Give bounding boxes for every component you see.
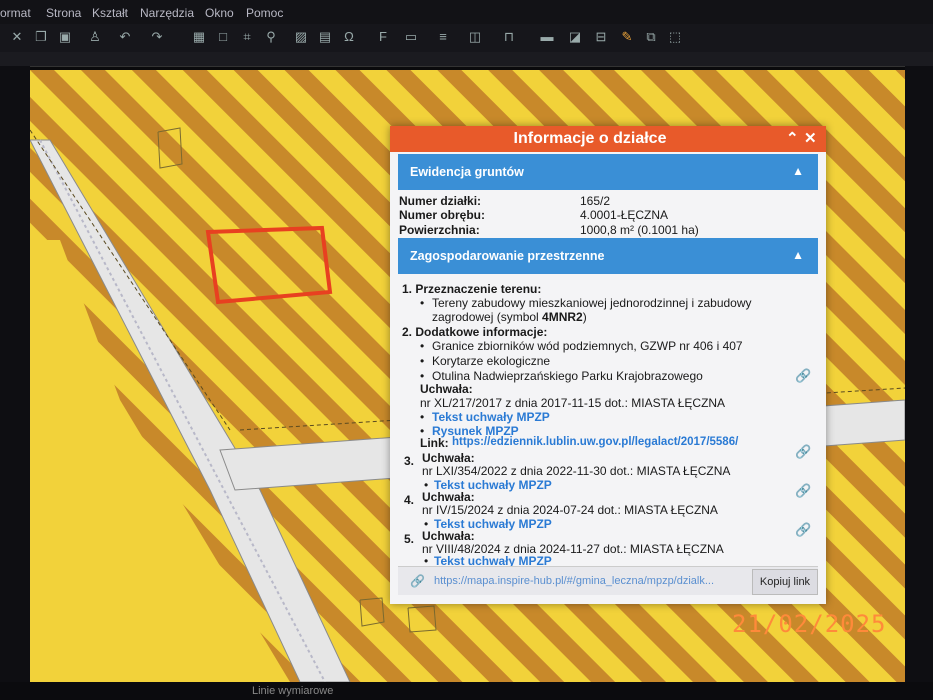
- field-label: Numer obrębu:: [399, 208, 486, 222]
- item-1-line2: zagrodowej (symbol 4MNR2): [432, 310, 587, 324]
- item-2-bullet: Otulina Nadwieprzańskiego Parku Krajobra…: [432, 369, 703, 383]
- item-4-number: 4.: [404, 493, 415, 507]
- crop-icon[interactable]: □: [214, 28, 232, 46]
- link-icon[interactable]: 🔗: [795, 483, 811, 499]
- item-2-bullet: Korytarze ekologiczne: [432, 354, 551, 368]
- textbox-icon[interactable]: ▭: [402, 28, 420, 46]
- field-value: 4.0001-ŁĘCZNA: [580, 208, 669, 222]
- undo-icon[interactable]: ↶: [116, 28, 134, 46]
- distribute-icon[interactable]: ⊓: [500, 28, 518, 46]
- bullet-icon: •: [420, 369, 425, 383]
- field-label: Powierzchnia:: [399, 223, 480, 237]
- fontwork-icon[interactable]: F: [374, 28, 392, 46]
- crop-2-icon[interactable]: ⌗: [238, 28, 256, 46]
- bullet-icon: •: [420, 296, 425, 310]
- item-2-title: 2. Dodatkowe informacje:: [402, 325, 548, 339]
- menu-narzedzia[interactable]: Narzędzia: [140, 6, 194, 20]
- link-icon[interactable]: 🔗: [795, 444, 811, 460]
- arrange-icon[interactable]: ◫: [466, 28, 484, 46]
- paste-icon[interactable]: ▣: [56, 28, 74, 46]
- link-icon[interactable]: 🔗: [795, 522, 811, 538]
- link-label: Link:: [420, 436, 449, 450]
- section-zagospodarowanie[interactable]: Zagospodarowanie przestrzenne ▲: [398, 238, 818, 274]
- share-url-bar: 🔗 https://mapa.inspire-hub.pl/#/gmina_le…: [398, 566, 818, 595]
- section-ewidencja-label: Ewidencja gruntów: [410, 165, 524, 179]
- menu-bar: ormat Strona Kształt Narzędzia Okno Pomo…: [0, 0, 933, 24]
- copy-link-button[interactable]: Kopiuj link: [752, 569, 818, 595]
- field-label: Numer działki:: [399, 194, 482, 208]
- uchwala-text: nr IV/15/2024 z dnia 2024-07-24 dot.: MI…: [422, 503, 718, 517]
- menu-okno[interactable]: Okno: [205, 6, 234, 20]
- close-icon[interactable]: ✕: [804, 129, 817, 147]
- item-1-title: 1. Przeznaczenie terenu:: [402, 282, 542, 296]
- zoning-symbol: 4MNR2: [542, 310, 583, 324]
- link-icon: 🔗: [410, 574, 425, 588]
- omega-icon[interactable]: Ω: [340, 28, 358, 46]
- chevron-up-icon[interactable]: ▲: [792, 248, 804, 262]
- item-1-line1: Tereny zabudowy mieszkaniowej jednorodzi…: [432, 296, 752, 310]
- grid-icon[interactable]: ▦: [190, 28, 208, 46]
- vertical-ruler: [0, 66, 30, 700]
- date-stamp: 21/02/2025: [732, 610, 887, 638]
- uchwala-text: nr XL/217/2017 z dnia 2017-11-15 dot.: M…: [420, 396, 726, 410]
- status-bar: Linie wymiarowe: [0, 682, 933, 700]
- field-value: 1000,8 m² (0.1001 ha): [580, 223, 699, 237]
- menu-strona[interactable]: Strona: [46, 6, 81, 20]
- panel-title: Informacje o działce: [513, 130, 667, 147]
- uchwala-label: Uchwała:: [420, 382, 473, 396]
- item-3-number: 3.: [404, 454, 415, 468]
- pencil-icon[interactable]: ✎: [618, 28, 636, 46]
- toolbar: ✕ ❐ ▣ ♙ ↶ ↷ ▦ □ ⌗ ⚲ ▨ ▤ Ω F ▭ ≡ ◫ ⊓ ▬ ◪ …: [0, 24, 933, 52]
- shadow-icon[interactable]: ▬: [538, 28, 556, 46]
- share-url[interactable]: https://mapa.inspire-hub.pl/#/gmina_lecz…: [434, 575, 750, 587]
- tekst-uchwaly-link[interactable]: Tekst uchwały MPZP: [432, 410, 550, 424]
- bullet-icon: •: [420, 354, 425, 368]
- chevron-up-icon[interactable]: ▲: [792, 164, 804, 178]
- field-value: 165/2: [580, 194, 611, 208]
- section-ewidencja[interactable]: Ewidencja gruntów ▲: [398, 154, 818, 190]
- uchwala-label: Uchwała:: [422, 490, 475, 504]
- item-1-line2a: zagrodowej (symbol: [432, 310, 543, 324]
- item-5-number: 5.: [404, 532, 415, 546]
- item-2-bullet: Granice zbiorników wód podziemnych, GZWP…: [432, 339, 743, 353]
- copy-icon[interactable]: ❐: [32, 28, 50, 46]
- pointer-icon[interactable]: ⬚: [666, 28, 684, 46]
- uchwala-label: Uchwała:: [422, 451, 475, 465]
- bullet-icon: •: [420, 410, 425, 424]
- glue-icon[interactable]: ◪: [566, 28, 584, 46]
- group-2-icon[interactable]: ⧉: [642, 28, 660, 46]
- redo-icon[interactable]: ↷: [148, 28, 166, 46]
- panel-header: Informacje o działce ⌃ ✕: [390, 126, 826, 152]
- align-icon[interactable]: ≡: [434, 28, 452, 46]
- section-zagospodarowanie-label: Zagospodarowanie przestrzenne: [410, 249, 605, 263]
- item-1-line2c: ): [582, 310, 587, 324]
- horizontal-ruler: [0, 52, 933, 67]
- tab-linie-wymiarowe[interactable]: Linie wymiarowe: [252, 685, 333, 697]
- menu-ksztalt[interactable]: Kształt: [92, 6, 128, 20]
- uchwala-label: Uchwała:: [422, 529, 475, 543]
- right-scroll-area[interactable]: [905, 66, 933, 700]
- collapse-icon[interactable]: ⌃: [786, 129, 799, 147]
- image-icon[interactable]: ▨: [292, 28, 310, 46]
- clone-icon[interactable]: ♙: [86, 28, 104, 46]
- menu-pomoc[interactable]: Pomoc: [246, 6, 283, 20]
- bullet-icon: •: [420, 339, 425, 353]
- edziennik-link[interactable]: https://edziennik.lublin.uw.gov.pl/legal…: [452, 436, 738, 448]
- menu-format[interactable]: ormat: [0, 6, 31, 20]
- chart-icon[interactable]: ▤: [316, 28, 334, 46]
- group-icon[interactable]: ⊟: [592, 28, 610, 46]
- info-panel: Informacje o działce ⌃ ✕ Ewidencja grunt…: [390, 126, 826, 604]
- zoom-icon[interactable]: ⚲: [262, 28, 280, 46]
- link-icon[interactable]: 🔗: [795, 368, 811, 384]
- cut-icon[interactable]: ✕: [8, 28, 26, 46]
- uchwala-text: nr LXI/354/2022 z dnia 2022-11-30 dot.: …: [422, 464, 731, 478]
